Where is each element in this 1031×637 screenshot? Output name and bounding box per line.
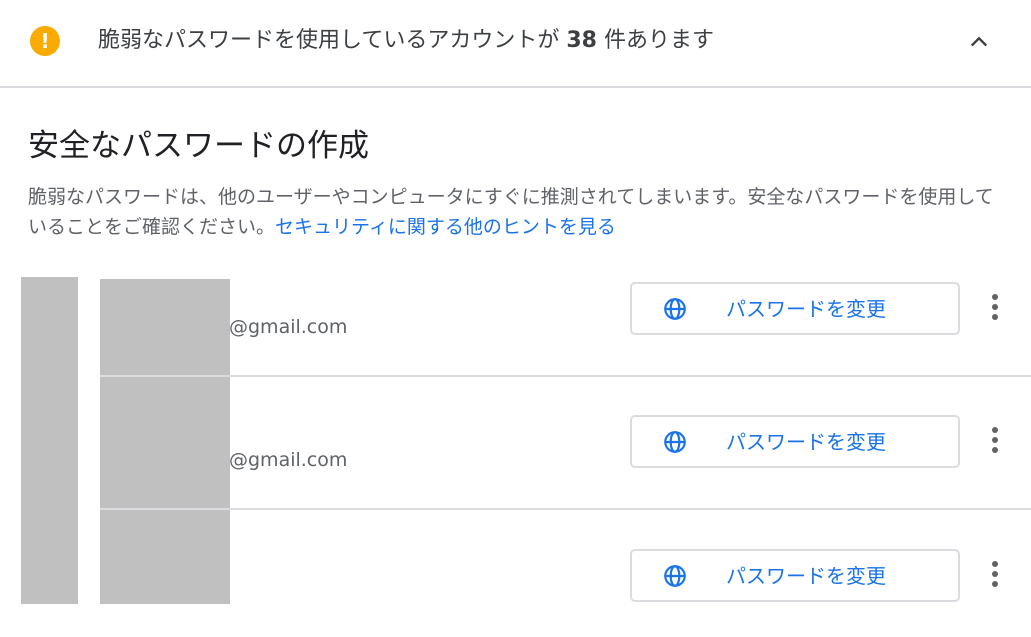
change-password-label: パスワードを変更 [726, 297, 886, 321]
more-vert-icon [992, 427, 998, 453]
account-email: @gmail.com [229, 449, 348, 471]
row-divider [100, 508, 1031, 510]
change-password-button[interactable]: パスワードを変更 [630, 282, 960, 335]
change-password-button[interactable]: パスワードを変更 [630, 549, 960, 602]
more-vert-icon [992, 294, 998, 320]
change-password-label: パスワードを変更 [726, 564, 886, 588]
alert-text-before: 脆弱なパスワードを使用しているアカウントが [98, 28, 567, 53]
globe-icon [664, 565, 686, 587]
chevron-up-icon [970, 36, 988, 47]
account-email: @gmail.com [229, 316, 348, 338]
alert-text: 脆弱なパスワードを使用しているアカウントが 38 件あります [98, 26, 714, 56]
collapse-button[interactable] [960, 22, 998, 60]
row-divider [100, 375, 1031, 377]
globe-icon [664, 431, 686, 453]
weak-account-count: 38 [566, 28, 597, 53]
weak-password-alert-header[interactable]: ! 脆弱なパスワードを使用しているアカウントが 38 件あります [0, 0, 1031, 88]
section-description: 脆弱なパスワードは、他のユーザーやコンピュータにすぐに推測されてしまいます。安全… [28, 182, 1003, 242]
security-tips-link[interactable]: セキュリティに関する他のヒントを見る [275, 216, 616, 238]
change-password-label: パスワードを変更 [726, 430, 886, 454]
more-vert-icon [992, 561, 998, 587]
section-title: 安全なパスワードの作成 [28, 128, 369, 164]
redacted-name-column [100, 279, 230, 604]
more-options-button[interactable] [980, 420, 1010, 460]
alert-text-after: 件あります [596, 28, 714, 53]
globe-icon [664, 298, 686, 320]
exclamation-icon: ! [30, 26, 60, 56]
change-password-button[interactable]: パスワードを変更 [630, 415, 960, 468]
more-options-button[interactable] [980, 554, 1010, 594]
redacted-avatar-column [21, 277, 78, 604]
more-options-button[interactable] [980, 287, 1010, 327]
